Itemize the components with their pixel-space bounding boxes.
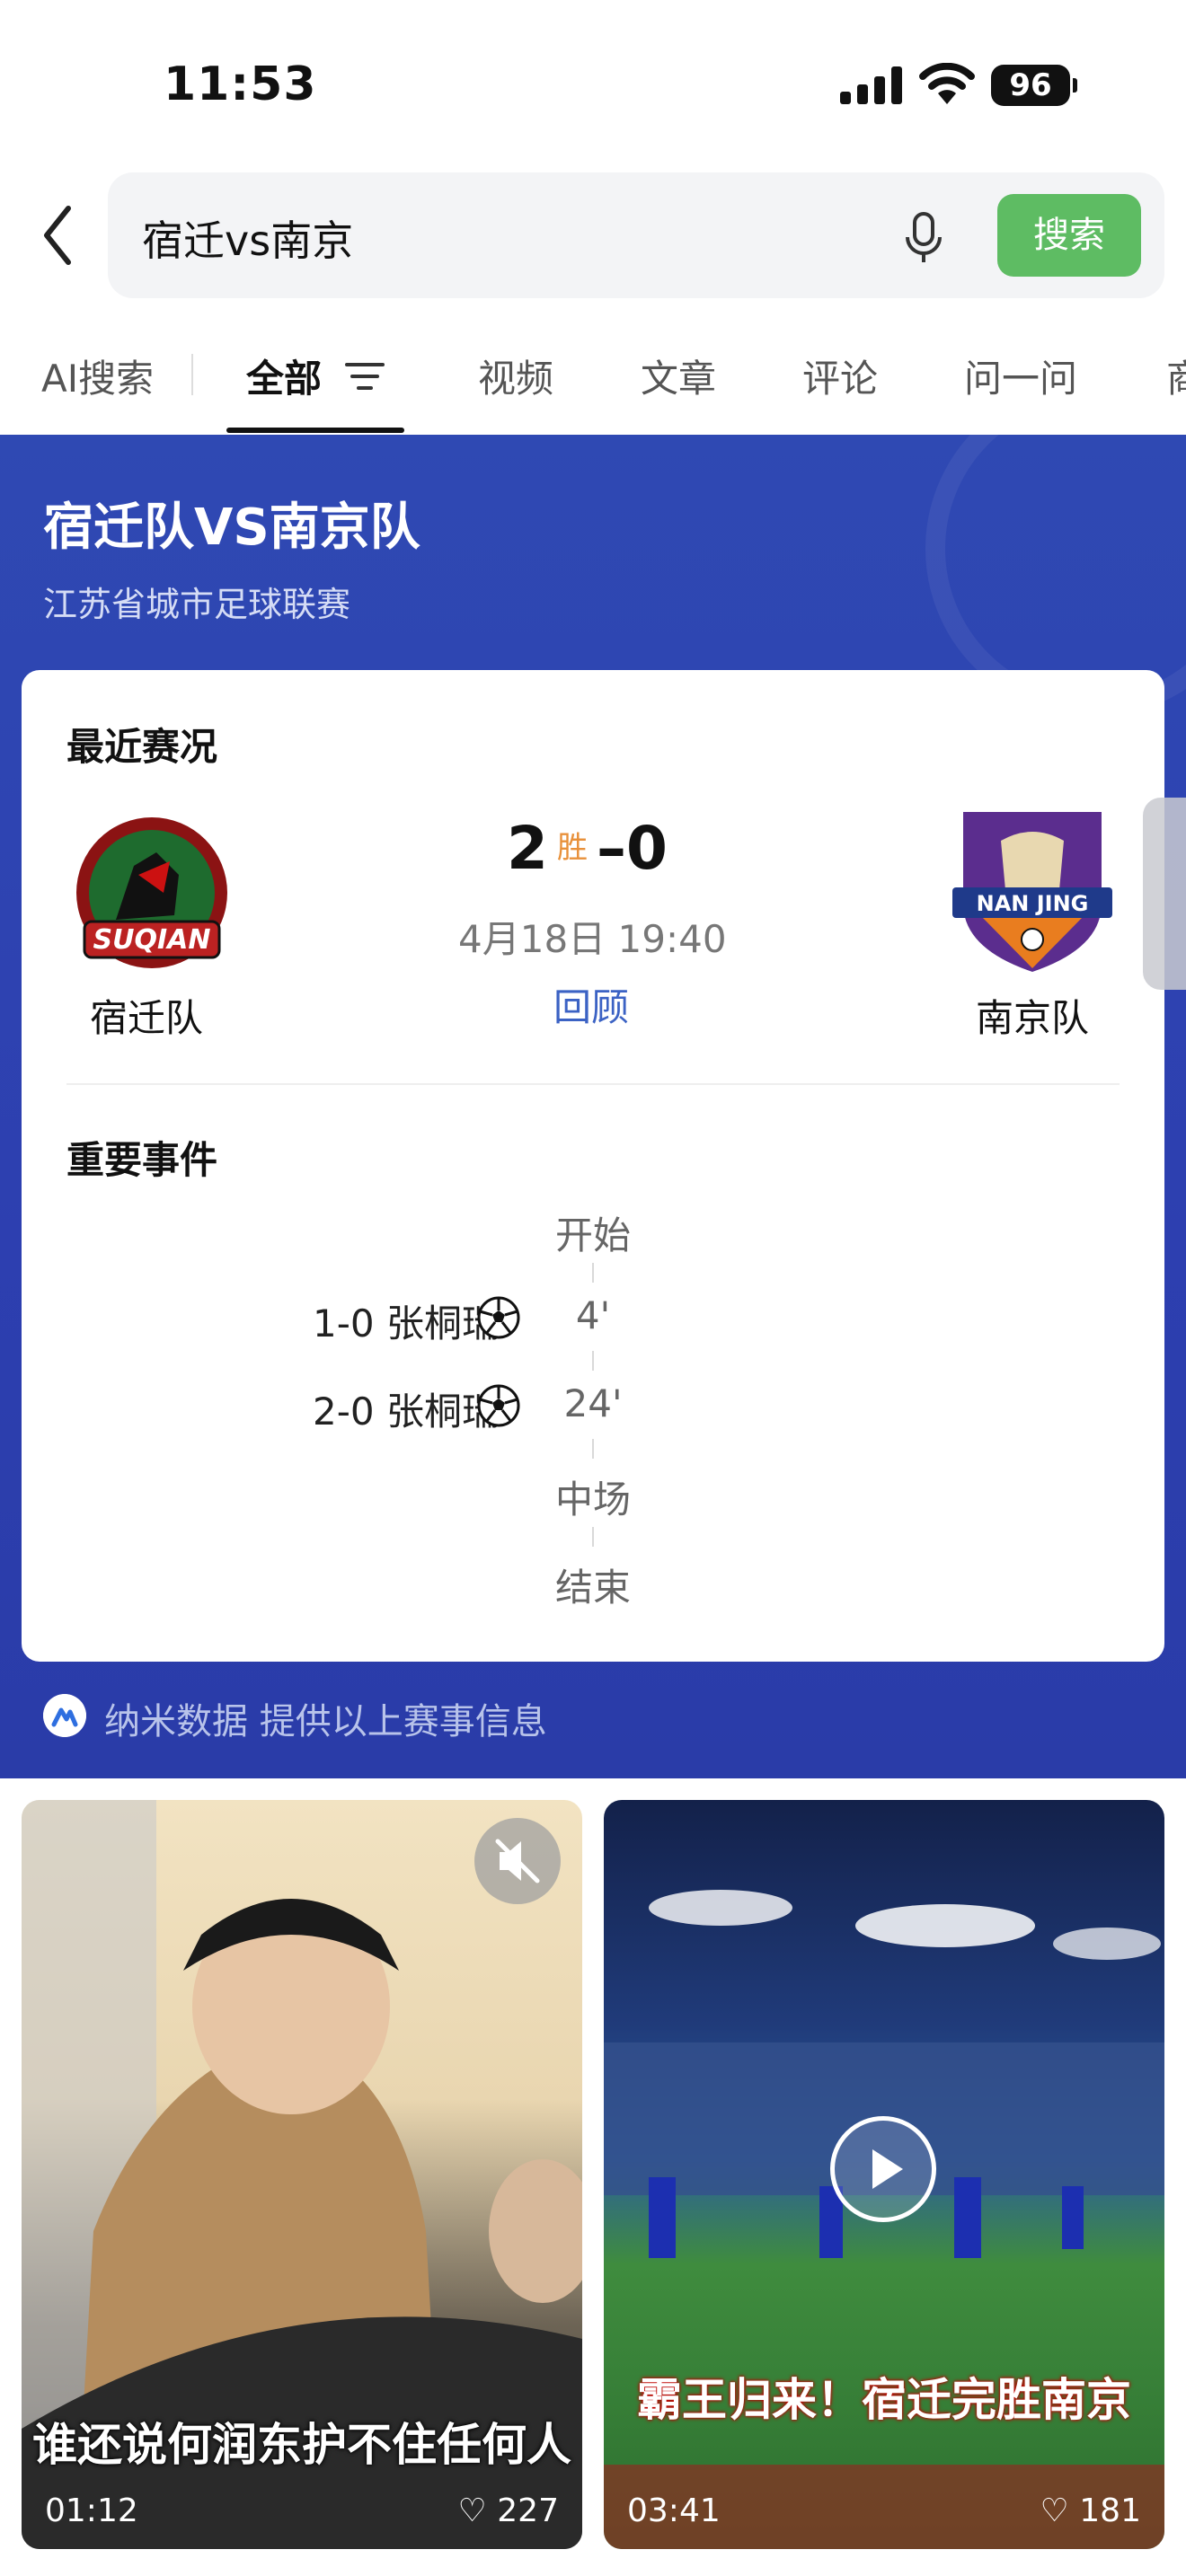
svg-text:SUQIAN: SUQIAN: [93, 924, 211, 956]
heart-icon: ♡: [457, 2492, 487, 2529]
home-team-name[interactable]: 宿迁队: [90, 988, 203, 1043]
event-halftime: 中场: [554, 1478, 631, 1522]
video-duration: 03:41: [627, 2492, 721, 2529]
search-button[interactable]: 搜索: [997, 194, 1141, 277]
win-badge: 胜: [556, 830, 588, 866]
event-goal-1: 1-0 张桐瑞: [313, 1301, 500, 1345]
review-link[interactable]: 回顾: [553, 977, 629, 1032]
suqian-team-logo[interactable]: SUQIAN: [66, 812, 237, 983]
tab-comment[interactable]: 评论: [802, 348, 878, 403]
tab-ai-search[interactable]: AI搜索: [41, 348, 154, 403]
tab-divider: [191, 354, 193, 395]
video-likes: ♡ 227: [458, 2492, 559, 2529]
event-start: 开始: [554, 1213, 631, 1257]
away-team-name[interactable]: 南京队: [976, 988, 1089, 1043]
microphone-icon[interactable]: [898, 210, 949, 266]
league-name: 江苏省城市足球联赛: [43, 585, 351, 624]
svg-text:NAN JING: NAN JING: [977, 891, 1089, 916]
search-tabs: AI搜索 全部 视频 文章 评论 问一问 商: [0, 341, 1186, 433]
status-bar: 11:53 96: [0, 0, 1186, 171]
soccer-ball-icon: [477, 1296, 520, 1339]
tab-all[interactable]: 全部: [246, 348, 322, 403]
event-goal-2-minute: 24': [563, 1381, 623, 1425]
away-score: 0: [625, 814, 668, 883]
key-events-heading: 重要事件: [66, 1138, 218, 1182]
match-card: 最近赛况 SUQIAN 宿迁队 2 胜 –0 4月18日 19:40 回顾 NAN …: [22, 670, 1164, 1662]
section-divider: [66, 1083, 1120, 1085]
timeline-connector: [592, 1439, 594, 1459]
provider-text: 纳米数据 提供以上赛事信息: [104, 1701, 547, 1742]
battery-indicator: 96: [991, 65, 1077, 106]
event-goal-2: 2-0 张桐瑞: [313, 1389, 500, 1434]
video-card[interactable]: 霸王归来！宿迁完胜南京 03:41 ♡ 181: [604, 1800, 1164, 2549]
heart-icon: ♡: [1040, 2492, 1069, 2529]
event-end: 结束: [554, 1566, 631, 1610]
wifi-icon: [919, 63, 975, 104]
match-datetime: 4月18日 19:40: [458, 917, 727, 961]
nami-data-logo-icon: [43, 1694, 86, 1737]
match-score[interactable]: 2 胜 –0: [507, 814, 668, 883]
search-input[interactable]: 宿迁vs南京 搜索: [108, 172, 1164, 298]
timeline-connector: [592, 1263, 594, 1283]
match-panel: 宿迁队VS南京队 江苏省城市足球联赛 最近赛况 SUQIAN 宿迁队 2 胜 –0 …: [0, 435, 1186, 1778]
video-caption: 谁还说何润东护不住任何人: [32, 2419, 571, 2471]
timeline-connector: [592, 1527, 594, 1547]
score-dash: –: [596, 814, 626, 883]
video-like-count: 181: [1079, 2492, 1141, 2529]
recent-match-heading: 最近赛况: [66, 725, 218, 769]
filter-icon[interactable]: [345, 361, 385, 392]
play-icon[interactable]: [830, 2116, 936, 2222]
back-arrow-icon[interactable]: [36, 199, 81, 271]
match-title[interactable]: 宿迁队VS南京队: [43, 487, 420, 560]
timeline-connector: [592, 1351, 594, 1371]
cellular-signal-icon: [840, 66, 903, 104]
event-goal-1-minute: 4': [575, 1293, 611, 1337]
nanjing-team-logo[interactable]: NAN JING: [947, 805, 1118, 975]
tab-ask[interactable]: 问一问: [964, 348, 1077, 403]
search-query[interactable]: 宿迁vs南京: [142, 208, 353, 268]
active-tab-indicator: [226, 428, 404, 433]
video-caption: 霸王归来！宿迁完胜南京: [637, 2374, 1131, 2426]
tab-article[interactable]: 文章: [641, 348, 716, 403]
tab-video[interactable]: 视频: [478, 348, 553, 403]
video-like-count: 227: [497, 2492, 559, 2529]
home-score: 2: [507, 814, 548, 883]
video-duration: 01:12: [45, 2492, 138, 2529]
tab-shop[interactable]: 商: [1166, 348, 1186, 403]
video-card[interactable]: 谁还说何润东护不住任何人 01:12 ♡ 227: [22, 1800, 582, 2549]
status-time: 11:53: [164, 57, 317, 111]
side-drawer-handle[interactable]: [1143, 798, 1186, 990]
soccer-ball-icon: [477, 1384, 520, 1427]
video-likes: ♡ 181: [1040, 2492, 1141, 2529]
mute-icon[interactable]: [474, 1818, 561, 1904]
